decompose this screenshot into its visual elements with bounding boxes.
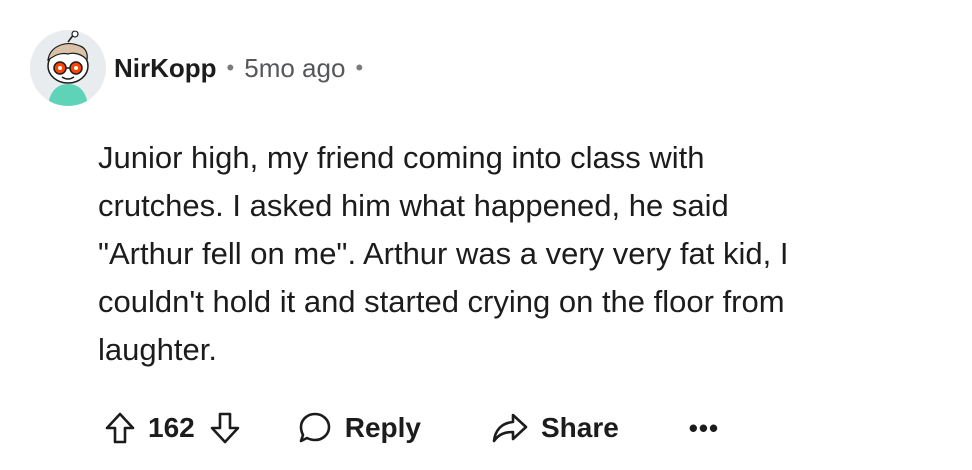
arrow-down-outline-icon	[210, 412, 240, 444]
comment-card: NirKopp • 5mo ago • Junior high, my frie…	[0, 0, 972, 470]
meta-separator-trailing: •	[355, 55, 364, 80]
arrow-up-outline-icon	[105, 412, 135, 444]
more-options-icon: •••	[688, 412, 720, 443]
comment-timestamp[interactable]: 5mo ago	[244, 53, 345, 84]
meta-separator: •	[226, 55, 235, 80]
speech-bubble-icon	[299, 412, 331, 443]
more-options-button[interactable]: •••	[689, 413, 719, 444]
comment-body: Junior high, my friend coming into class…	[98, 140, 789, 367]
avatar-snoo-icon	[47, 30, 89, 106]
avatar[interactable]	[30, 30, 106, 106]
reply-label: Reply	[344, 412, 421, 443]
author-username[interactable]: NirKopp	[114, 53, 217, 84]
comment-action-bar: 162 Reply Share •••	[104, 400, 719, 456]
vote-count: 162	[148, 412, 195, 443]
comment-header: NirKopp • 5mo ago •	[30, 28, 373, 108]
downvote-button[interactable]	[209, 411, 241, 445]
share-arrow-icon	[492, 413, 528, 443]
share-button[interactable]: Share	[491, 411, 619, 445]
reply-button[interactable]: Reply	[297, 410, 421, 446]
upvote-button[interactable]	[104, 411, 136, 445]
share-label: Share	[540, 412, 619, 443]
